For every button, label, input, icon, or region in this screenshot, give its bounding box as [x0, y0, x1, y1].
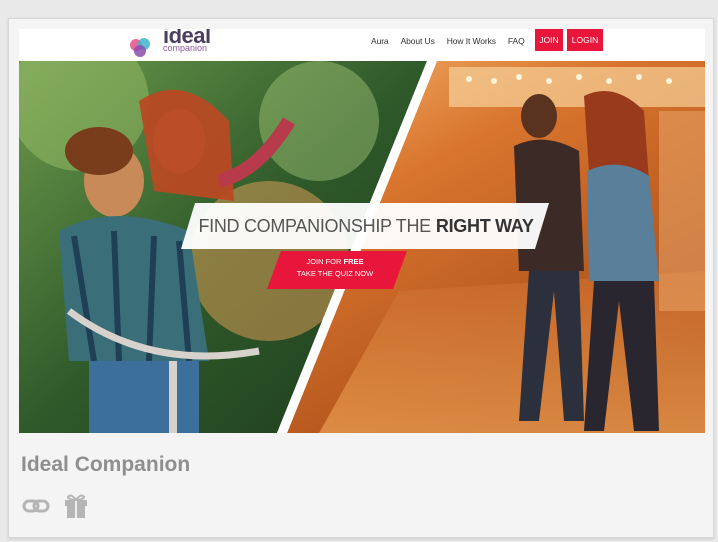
website-screenshot[interactable]: ideal companion Aura About Us How It Wor… — [19, 29, 705, 433]
cta-free-text: FREE — [343, 257, 364, 266]
join-button[interactable]: JOIN — [535, 29, 563, 51]
hero-banner: FIND COMPANIONSHIP THE RIGHT WAY JOIN FOR… — [19, 61, 705, 433]
gift-icon[interactable] — [61, 491, 91, 521]
cta-join-text: JOIN FOR — [306, 257, 342, 266]
nav-link-about-us[interactable]: About Us — [401, 36, 435, 46]
nav-links: Aura About Us How It Works FAQ — [371, 29, 525, 53]
nav-link-how-it-works[interactable]: How It Works — [447, 36, 496, 46]
tagline-light-text: FIND COMPANIONSHIP THE — [198, 215, 431, 236]
portfolio-card[interactable]: ideal companion Aura About Us How It Wor… — [8, 18, 714, 538]
logo-subtext: companion — [163, 43, 208, 53]
hero-image — [19, 61, 705, 433]
cta-line-1: JOIN FOR FREE — [306, 256, 363, 268]
card-title[interactable]: Ideal Companion — [21, 453, 190, 477]
cta-line-2: TAKE THE QUIZ NOW — [296, 269, 374, 278]
card-actions — [21, 491, 91, 521]
tagline-bold-text: RIGHT WAY — [435, 215, 534, 236]
hero-tagline: FIND COMPANIONSHIP THE RIGHT WAY — [187, 205, 545, 247]
flower-logo-icon — [130, 38, 150, 57]
nav-link-faq[interactable]: FAQ — [508, 36, 525, 46]
login-button[interactable]: LOGIN — [567, 29, 603, 51]
nav-link-aura[interactable]: Aura — [371, 36, 389, 46]
site-navbar: ideal companion Aura About Us How It Wor… — [19, 29, 705, 61]
join-free-cta[interactable]: JOIN FOR FREE TAKE THE QUIZ NOW — [275, 249, 395, 287]
link-icon[interactable] — [21, 491, 51, 521]
